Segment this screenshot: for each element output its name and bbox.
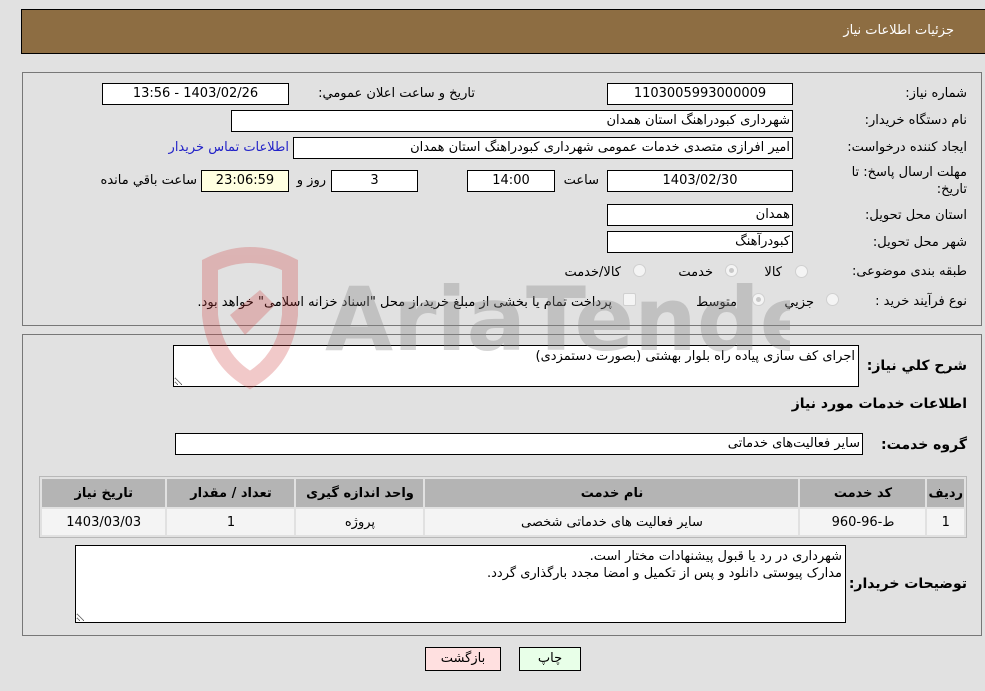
- process-label: نوع فرآیند خرید :: [875, 294, 967, 309]
- page-header: جزئیات اطلاعات نیاز: [21, 9, 985, 54]
- cell-need-date: 1403/03/03: [42, 509, 166, 535]
- col-header-row-number: ردیف: [927, 479, 964, 507]
- service-group-label: گروه خدمت:: [881, 437, 967, 453]
- col-header-unit: واحد اندازه گیری: [296, 479, 424, 507]
- category-radio-service[interactable]: [725, 264, 738, 277]
- process-option-minor: جزيي: [784, 295, 814, 310]
- buyer-org-field: شهرداری کبودراهنگ استان همدان: [231, 110, 793, 132]
- creator-label: ایجاد کننده درخواست:: [847, 140, 967, 155]
- col-header-service-code: کد خدمت: [800, 479, 926, 507]
- buyer-org-label: نام دستگاه خریدار:: [864, 113, 967, 128]
- cell-service-code: ط-96-960: [800, 509, 926, 535]
- announce-datetime-field: 1403/02/26 - 13:56: [102, 83, 289, 105]
- description-label: شرح كلي نياز:: [866, 358, 967, 374]
- treasury-note: پرداخت تمام یا بخشی از مبلغ خرید،از محل …: [197, 295, 612, 310]
- deadline-label-line1: مهلت ارسال پاسخ: تا: [851, 165, 967, 180]
- days-label: روز و: [296, 173, 326, 188]
- province-field: همدان: [607, 204, 793, 226]
- cell-row-number: 1: [927, 509, 964, 535]
- process-radio-medium[interactable]: [752, 293, 765, 306]
- service-group-field: سایر فعالیت‌های خدماتی: [175, 433, 863, 455]
- deadline-label-line2: تاریخ:: [936, 182, 967, 197]
- print-button[interactable]: چاپ: [519, 647, 581, 671]
- buyer-notes-label: توضیحات خریدار:: [848, 576, 967, 592]
- category-option-service: خدمت: [678, 265, 713, 280]
- deadline-time-label: ساعت: [563, 173, 599, 188]
- process-option-medium: متوسط: [696, 295, 737, 310]
- category-radio-goods[interactable]: [795, 265, 808, 278]
- province-label: استان محل تحویل:: [865, 208, 967, 223]
- col-header-quantity: تعداد / مقدار: [167, 479, 295, 507]
- category-option-goods-service: کالا/خدمت: [564, 265, 621, 280]
- col-header-service-name: نام خدمت: [425, 479, 799, 507]
- buyer-contact-link[interactable]: اطلاعات تماس خریدار: [169, 140, 289, 155]
- services-heading: اطلاعات خدمات مورد نیاز: [791, 396, 967, 412]
- need-number-field: 1103005993000009: [607, 83, 793, 105]
- remaining-label: ساعت باقي مانده: [100, 173, 197, 188]
- creator-field: امیر افرازی متصدی خدمات عمومی شهرداری کب…: [293, 137, 793, 159]
- announce-label: تاریخ و ساعت اعلان عمومي:: [318, 86, 475, 101]
- remaining-days-field: 3: [331, 170, 418, 192]
- process-radio-minor[interactable]: [826, 293, 839, 306]
- cell-service-name: سایر فعالیت های خدماتی شخصی: [425, 509, 799, 535]
- cell-quantity: 1: [167, 509, 295, 535]
- deadline-time-field: 14:00: [467, 170, 555, 192]
- city-field: کبودرآهنگ: [607, 231, 793, 253]
- cell-unit: پروژه: [296, 509, 424, 535]
- buyer-notes-textarea[interactable]: شهرداری در رد یا قبول پیشنهادات مختار اس…: [75, 545, 846, 623]
- table-header-row: ردیف کد خدمت نام خدمت واحد اندازه گیری ت…: [42, 479, 964, 507]
- services-table: ردیف کد خدمت نام خدمت واحد اندازه گیری ت…: [39, 476, 967, 538]
- remaining-time-field: 23:06:59: [201, 170, 289, 192]
- table-row: 1 ط-96-960 سایر فعالیت های خدماتی شخصی پ…: [42, 509, 964, 535]
- deadline-label: مهلت ارسال پاسخ: تا تاریخ:: [852, 164, 967, 198]
- col-header-need-date: تاریخ نیاز: [42, 479, 166, 507]
- treasury-checkbox[interactable]: [623, 293, 636, 306]
- category-label: طبقه بندی موضوعی:: [851, 264, 967, 279]
- need-number-label: شماره نیاز:: [905, 86, 967, 101]
- city-label: شهر محل تحویل:: [872, 235, 967, 250]
- deadline-date-field: 1403/02/30: [607, 170, 793, 192]
- page-title: جزئیات اطلاعات نیاز: [843, 23, 954, 38]
- category-option-goods: کالا: [764, 265, 782, 280]
- category-radio-goods-service[interactable]: [633, 264, 646, 277]
- back-button[interactable]: بازگشت: [425, 647, 501, 671]
- description-textarea[interactable]: اجرای کف سازی پیاده راه بلوار بهشتی (بصو…: [173, 345, 859, 387]
